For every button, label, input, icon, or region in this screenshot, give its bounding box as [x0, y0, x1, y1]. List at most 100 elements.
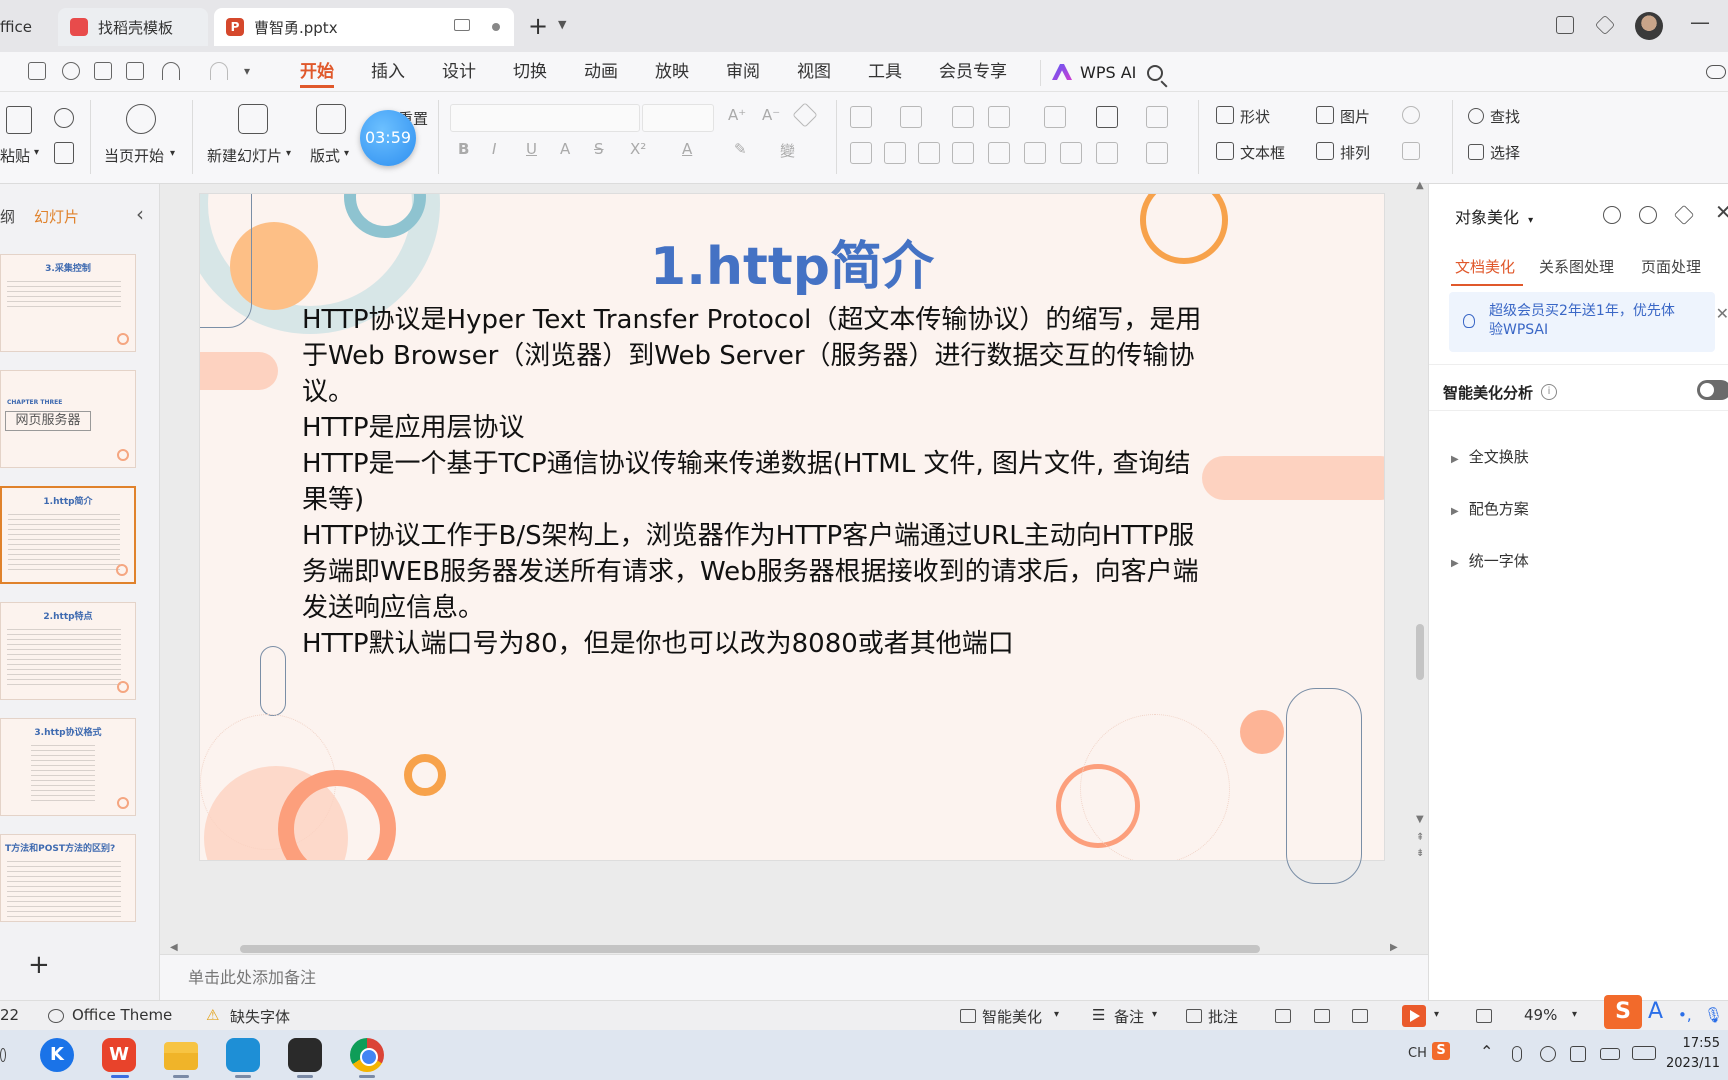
taskbar-chrome-icon[interactable]: [350, 1038, 384, 1072]
slide-thumbnail[interactable]: 3.采集控制: [0, 254, 136, 352]
ime-mode-icon[interactable]: A: [1648, 999, 1663, 1024]
layout-chevron-icon[interactable]: ▾: [344, 148, 349, 159]
sort-icon[interactable]: [1096, 106, 1118, 128]
slide-thumbnail[interactable]: 2.http特点: [0, 602, 136, 700]
notes-input[interactable]: 单击此处添加备注: [160, 954, 1428, 1000]
play-from-current-chevron-icon[interactable]: ▾: [170, 148, 175, 159]
section-unify-font[interactable]: ▶ 统一字体: [1451, 550, 1529, 571]
underline-icon[interactable]: U: [526, 140, 537, 158]
paste-button[interactable]: 粘贴: [0, 145, 30, 166]
missing-font-button[interactable]: 缺失字体: [230, 1006, 290, 1027]
notes-button[interactable]: 备注: [1114, 1006, 1144, 1027]
beautify-chevron-icon[interactable]: ▾: [1054, 1009, 1059, 1020]
font-name-select[interactable]: [450, 104, 640, 132]
highlight-icon[interactable]: ✎: [734, 140, 747, 158]
tab-diagram[interactable]: 关系图处理: [1539, 256, 1614, 277]
decrease-font-icon[interactable]: A⁻: [762, 106, 780, 124]
promo-banner[interactable]: 超级会员买2年送1年，优先体验WPSAI ✕: [1449, 292, 1728, 352]
tab-page[interactable]: 页面处理: [1641, 256, 1701, 277]
fit-window-icon[interactable]: [1476, 1009, 1492, 1023]
new-slide-button[interactable]: 新建幻灯片: [207, 145, 282, 166]
arrange-icon[interactable]: [1316, 142, 1334, 160]
save-icon[interactable]: [28, 62, 46, 80]
line-height-icon[interactable]: [1096, 142, 1118, 164]
pin-icon[interactable]: [1673, 204, 1695, 226]
arrange-button[interactable]: 排列: [1340, 142, 1370, 163]
slide-title[interactable]: 1.http简介: [200, 224, 1384, 299]
tab-list-chevron-icon[interactable]: ▼: [558, 18, 566, 31]
panel-title-dropdown[interactable]: 对象美化 ▾: [1455, 204, 1533, 228]
taskbar-app-icon[interactable]: [226, 1038, 260, 1072]
search-icon[interactable]: [1147, 65, 1163, 81]
theme-button[interactable]: Office Theme: [72, 1006, 172, 1024]
notes-chevron-icon[interactable]: ▾: [1152, 1009, 1157, 1020]
network-icon[interactable]: [1570, 1046, 1586, 1062]
scroll-up-icon[interactable]: ▲: [1416, 180, 1424, 191]
text-align-icon[interactable]: [1146, 142, 1168, 164]
slide-body-text[interactable]: HTTP协议是Hyper Text Transfer Protocol（超文本传…: [302, 302, 1202, 662]
outline-icon[interactable]: [1402, 142, 1420, 160]
play-slideshow-button[interactable]: [1402, 1005, 1426, 1027]
textbox-button[interactable]: 文本框: [1240, 142, 1285, 163]
tab-find-template[interactable]: 找稻壳模板: [58, 8, 208, 46]
quick-access-chevron-icon[interactable]: ▾: [244, 64, 250, 78]
tab-doc-beautify[interactable]: 文档美化: [1455, 256, 1515, 277]
new-slide-chevron-icon[interactable]: ▾: [286, 148, 291, 159]
play-from-current-icon[interactable]: [126, 104, 156, 134]
add-slide-button[interactable]: +: [28, 950, 50, 980]
user-avatar[interactable]: [1635, 12, 1663, 40]
next-slide-icon[interactable]: ⇟: [1416, 848, 1424, 859]
align-center-icon[interactable]: [884, 142, 906, 164]
current-slide[interactable]: 1.http简介 HTTP协议是Hyper Text Transfer Prot…: [200, 194, 1384, 860]
undo-icon[interactable]: [162, 62, 180, 80]
menu-design[interactable]: 设计: [442, 58, 476, 88]
select-button[interactable]: 选择: [1490, 142, 1520, 163]
unsaved-dot-icon[interactable]: [492, 23, 500, 31]
zoom-level[interactable]: 49%: [1524, 1006, 1557, 1024]
tray-expand-chevron-icon[interactable]: ⌃: [1480, 1042, 1493, 1061]
picture-button[interactable]: 图片: [1340, 106, 1370, 127]
section-full-skin[interactable]: ▶ 全文换肤: [1451, 446, 1529, 467]
superscript-icon[interactable]: X²: [630, 140, 646, 158]
text-shadow-icon[interactable]: A: [560, 140, 570, 158]
horizontal-scrollbar[interactable]: [240, 945, 1260, 953]
headset-icon[interactable]: [1603, 206, 1621, 224]
ime-logo-icon[interactable]: S: [1604, 995, 1642, 1029]
paste-chevron-icon[interactable]: ▾: [34, 147, 39, 158]
slide-thumbnail[interactable]: 3.http协议格式: [0, 718, 136, 816]
copy-icon[interactable]: [54, 142, 74, 164]
menu-transition[interactable]: 切换: [513, 58, 547, 88]
system-clock[interactable]: 17:55 2023/11: [1666, 1034, 1720, 1074]
find-button[interactable]: 查找: [1490, 106, 1520, 127]
monitor-icon[interactable]: [454, 19, 470, 31]
phonetic-icon[interactable]: 變: [780, 140, 795, 161]
align-left-icon[interactable]: [850, 142, 872, 164]
scroll-down-icon[interactable]: ▼: [1416, 814, 1424, 825]
keyboard-icon[interactable]: [1632, 1046, 1656, 1060]
bold-icon[interactable]: B: [458, 140, 469, 158]
layout-icon[interactable]: [316, 104, 346, 134]
ime-punctuation-icon[interactable]: •,: [1678, 1006, 1692, 1024]
ime-voice-icon[interactable]: 🎙: [1704, 1006, 1723, 1024]
new-slide-icon[interactable]: [238, 104, 268, 134]
fill-icon[interactable]: [1402, 106, 1420, 124]
microphone-icon[interactable]: [1512, 1046, 1522, 1062]
menu-tools[interactable]: 工具: [868, 58, 902, 88]
ime-tray-icon[interactable]: S: [1432, 1042, 1450, 1060]
system-partial-icon[interactable]: [0, 1048, 6, 1062]
align-right-icon[interactable]: [918, 142, 940, 164]
share-icon[interactable]: [62, 62, 80, 80]
taskbar-app-icon[interactable]: [288, 1038, 322, 1072]
paragraph-spacing-icon[interactable]: [1060, 142, 1082, 164]
clear-format-icon[interactable]: [792, 102, 818, 128]
taskbar-file-explorer-icon[interactable]: [164, 1042, 198, 1070]
play-chevron-icon[interactable]: ▾: [1434, 1009, 1439, 1020]
cut-icon[interactable]: [54, 108, 74, 128]
play-from-current-button[interactable]: 当页开始: [104, 145, 164, 166]
cube-icon[interactable]: [1594, 14, 1616, 36]
text-direction-icon[interactable]: [1044, 106, 1066, 128]
bullet-list-icon[interactable]: [850, 106, 872, 128]
reading-view-icon[interactable]: [1352, 1009, 1368, 1023]
section-color-scheme[interactable]: ▶ 配色方案: [1451, 498, 1529, 519]
prev-slide-icon[interactable]: ⇞: [1416, 832, 1424, 843]
